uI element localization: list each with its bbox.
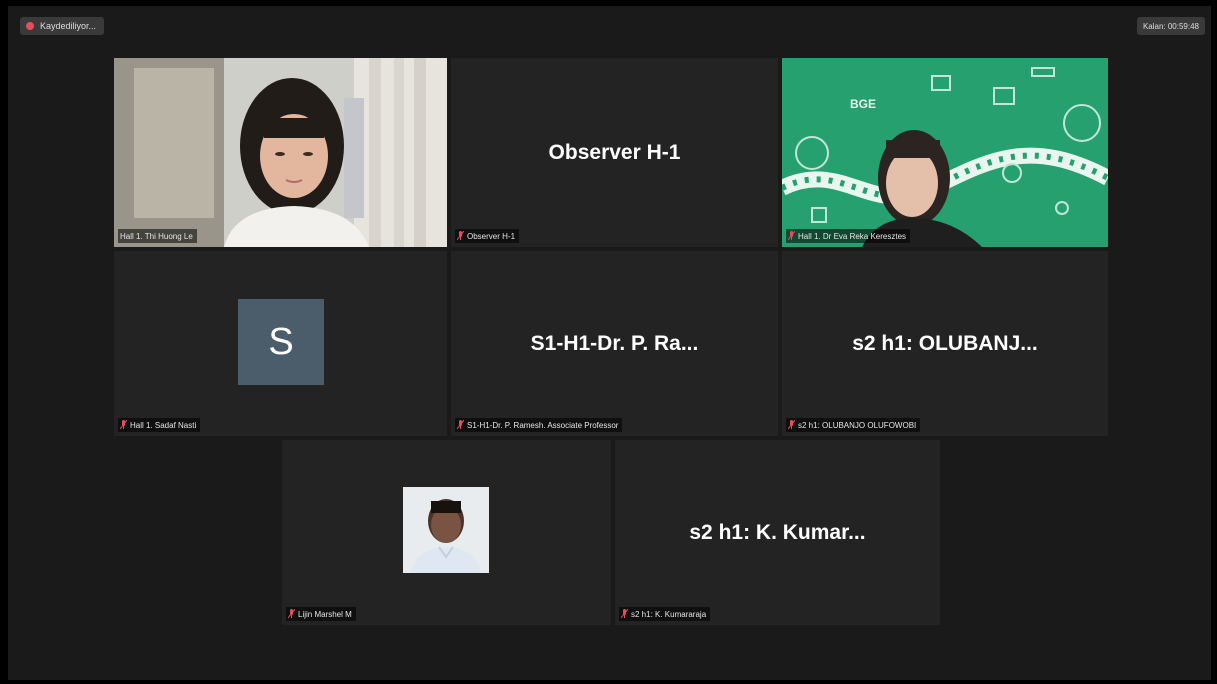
participant-name: s2 h1: K. Kumararaja xyxy=(631,609,707,619)
participant-tile-3[interactable]: BGE Hall 1. Dr Eva Reka Keresztes xyxy=(782,58,1108,247)
timer-label: Kalan: 00:59:48 xyxy=(1142,21,1199,31)
participant-label: Lijin Marshel M xyxy=(286,607,356,621)
muted-mic-icon xyxy=(120,420,127,430)
participant-label: Hall 1. Sadaf Nasti xyxy=(118,418,201,432)
muted-mic-icon xyxy=(788,420,795,430)
record-icon xyxy=(26,22,34,30)
participant-video: BGE xyxy=(782,58,1108,247)
muted-mic-icon xyxy=(288,609,295,619)
participant-display-name: s2 h1: K. Kumar... xyxy=(689,520,866,544)
profile-photo xyxy=(403,487,489,573)
participant-tile-1[interactable]: Hall 1. Thi Huong Le xyxy=(114,58,447,247)
participant-video xyxy=(114,58,447,247)
participant-display-name: s2 h1: OLUBANJ... xyxy=(852,331,1038,355)
participant-name: Observer H-1 xyxy=(467,231,516,241)
participant-tile-4[interactable]: S Hall 1. Sadaf Nasti xyxy=(114,251,447,436)
participant-tile-6[interactable]: s2 h1: OLUBANJ... s2 h1: OLUBANJO OLUFOW… xyxy=(782,251,1108,436)
recording-label: Kaydediliyor... xyxy=(40,21,97,31)
participant-label: s2 h1: K. Kumararaja xyxy=(619,607,711,621)
participant-tile-5[interactable]: S1-H1-Dr. P. Ra... S1-H1-Dr. P. Ramesh. … xyxy=(451,251,778,436)
participant-tile-8[interactable]: s2 h1: K. Kumar... s2 h1: K. Kumararaja xyxy=(615,440,940,625)
recording-indicator[interactable]: Kaydediliyor... xyxy=(20,17,105,35)
participant-name: Hall 1. Dr Eva Reka Keresztes xyxy=(798,231,907,241)
participant-display-name: Observer H-1 xyxy=(548,140,681,164)
participant-label: s2 h1: OLUBANJO OLUFOWOBI xyxy=(786,418,921,432)
participant-label: Hall 1. Thi Huong Le xyxy=(118,229,197,243)
avatar: S xyxy=(238,299,324,385)
muted-mic-icon xyxy=(788,231,795,241)
participant-label: Hall 1. Dr Eva Reka Keresztes xyxy=(786,229,911,243)
participant-name: s2 h1: OLUBANJO OLUFOWOBI xyxy=(798,420,917,430)
participant-tile-2[interactable]: Observer H-1 Observer H-1 xyxy=(451,58,778,247)
muted-mic-icon xyxy=(457,420,464,430)
participant-display-name: S1-H1-Dr. P. Ra... xyxy=(530,331,699,355)
participant-label: S1-H1-Dr. P. Ramesh. Associate Professor xyxy=(455,418,623,432)
participant-name: S1-H1-Dr. P. Ramesh. Associate Professor xyxy=(467,420,619,430)
participant-label: Observer H-1 xyxy=(455,229,520,243)
meeting-timer: Kalan: 00:59:48 xyxy=(1136,17,1205,35)
background-logo-text: BGE xyxy=(850,97,876,111)
participant-name: Hall 1. Sadaf Nasti xyxy=(130,420,197,430)
participant-name: Hall 1. Thi Huong Le xyxy=(120,231,193,241)
muted-mic-icon xyxy=(621,609,628,619)
participant-tile-7[interactable]: Lijin Marshel M xyxy=(282,440,611,625)
muted-mic-icon xyxy=(457,231,464,241)
meeting-gallery: Kaydediliyor... Kalan: 00:59:48 Hall 1. … xyxy=(8,6,1211,680)
participant-name: Lijin Marshel M xyxy=(298,609,352,619)
